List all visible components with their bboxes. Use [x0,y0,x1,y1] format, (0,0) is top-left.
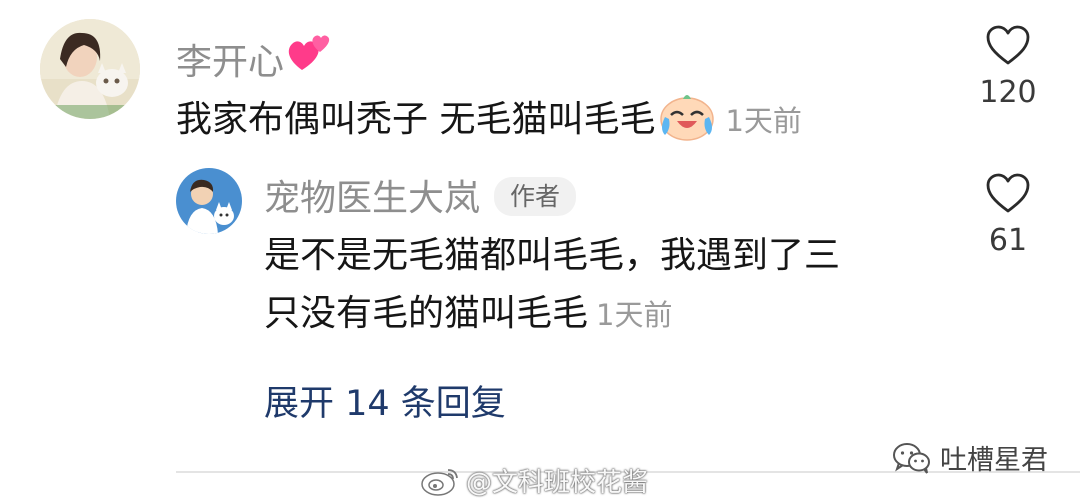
comment-body-line-2: 只没有毛的猫叫毛毛 [264,293,589,334]
wechat-account-name: 吐槽星君 [940,445,1048,476]
like-count: 120 [979,75,1037,110]
comment-2-time: 1天前 [596,298,673,332]
heart-outline-icon[interactable] [985,172,1031,214]
heart-outline-icon[interactable] [985,24,1031,66]
comment-1-text: 我家布偶叫秃子 无毛猫叫毛毛 1天前 [176,89,802,141]
wechat-icon [893,442,930,474]
comment-2-like[interactable]: 61 [970,172,1046,256]
crying-laugh-emoji [655,95,717,141]
comment-1-like[interactable]: 120 [970,24,1046,108]
weibo-watermark: @文科班校花酱 [420,462,648,499]
username-text[interactable]: 李开心 [176,42,284,83]
like-count: 61 [988,223,1028,258]
comment-body: 我家布偶叫秃子 无毛猫叫毛毛 [176,99,656,140]
watermark-text: @文科班校花酱 [466,468,649,498]
avatar-user-1[interactable] [40,19,140,119]
author-badge: 作者 [494,177,577,216]
comment-body-line-2-row: 只没有毛的猫叫毛毛 1天前 [264,296,840,332]
comment-1-time: 1天前 [725,104,802,138]
comment-2-username[interactable]: 宠物医生大岚 作者 [264,177,577,219]
avatar-user-2[interactable] [176,168,242,234]
comment-body-line-1: 是不是无毛猫都叫毛毛，我遇到了三 [264,235,841,276]
expand-replies-link[interactable]: 展开 14 条回复 [264,387,506,422]
comment-2-text: 是不是无毛猫都叫毛毛，我遇到了三 只没有毛的猫叫毛毛 1天前 [264,238,840,332]
comment-1-username[interactable]: 李开心 [176,28,334,81]
weibo-icon [421,468,458,496]
wechat-account-watermark: 吐槽星君 [892,438,1048,477]
two-hearts-emoji [286,35,334,76]
username-text[interactable]: 宠物医生大岚 [264,178,480,219]
